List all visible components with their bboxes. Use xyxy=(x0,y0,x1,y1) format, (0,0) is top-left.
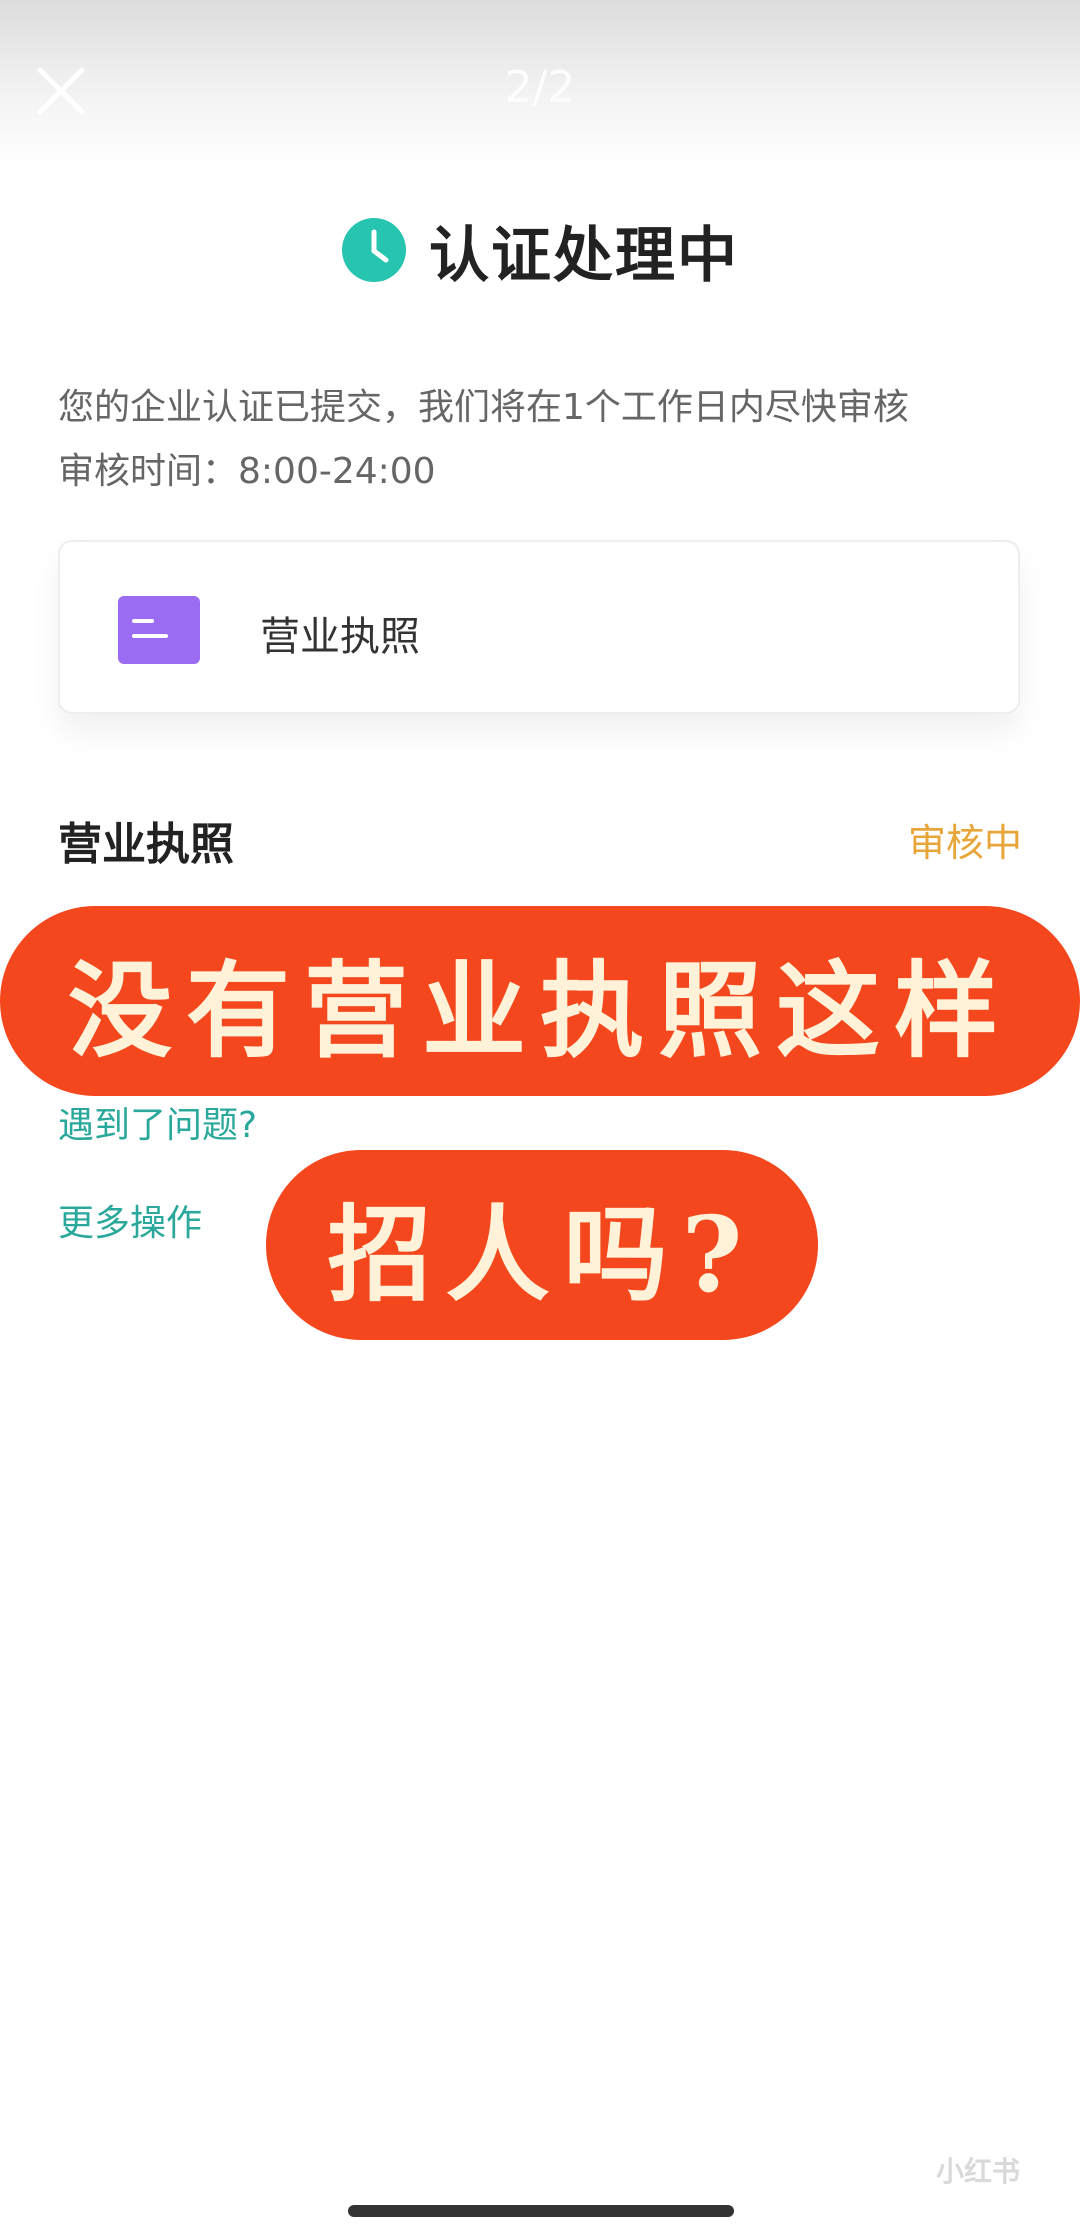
overlay-caption-line-2: 招人吗? xyxy=(266,1150,818,1340)
business-license-card[interactable]: 营业执照 xyxy=(58,540,1020,714)
help-link[interactable]: 遇到了问题? xyxy=(58,1096,257,1148)
overlay-caption-line-1: 没有营业执照这样 xyxy=(0,906,1080,1096)
submission-description: 您的企业认证已提交，我们将在1个工作日内尽快审核 xyxy=(58,387,909,428)
review-status-badge: 审核中 xyxy=(907,821,1022,865)
section-title: 营业执照 xyxy=(58,819,234,870)
page-counter: 2/2 xyxy=(504,62,576,113)
document-icon xyxy=(118,596,200,664)
document-label: 营业执照 xyxy=(260,614,420,660)
status-title-row: 认证处理中 xyxy=(0,205,1080,295)
more-actions-link[interactable]: 更多操作 xyxy=(58,1194,202,1246)
page-title: 认证处理中 xyxy=(429,220,739,291)
clock-icon xyxy=(342,218,406,282)
review-hours: 审核时间：8:00-24:00 xyxy=(58,451,436,492)
watermark-logo: 小红书 xyxy=(935,2155,1020,2188)
home-indicator[interactable] xyxy=(348,2205,734,2217)
